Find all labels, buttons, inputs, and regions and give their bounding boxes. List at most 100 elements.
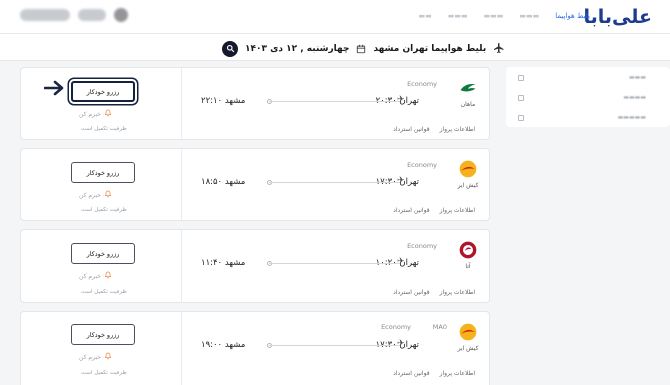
filter-item-1[interactable]: ▬▬▬ [629, 74, 646, 81]
arrival: مشهد ۱۹:۰۰ [201, 340, 245, 350]
notify-me-label: خبرم کن [79, 353, 101, 361]
flight-info-link[interactable]: اطلاعات پرواز [440, 126, 475, 133]
nav-link-4[interactable]: ▬▬▬ [448, 12, 468, 20]
bell-icon [104, 109, 112, 119]
route-airplane-icon: ✈ [397, 176, 405, 186]
calendar-icon [356, 39, 366, 58]
filter-checkbox-3[interactable] [518, 115, 524, 121]
route-line [269, 101, 399, 102]
card-divider [181, 230, 182, 302]
route-airplane-icon: ✈ [397, 95, 405, 105]
account-area[interactable] [20, 8, 128, 22]
filter-checkbox-2[interactable] [518, 95, 524, 101]
notify-me-label: خبرم کن [79, 272, 101, 280]
arrival-city: مشهد [224, 258, 246, 268]
flight-card[interactable]: رزرو خودکار خبرم کن ظرفیت تکمیل است آتا … [20, 229, 490, 303]
arrival: مشهد ۲۲:۱۰ [201, 96, 245, 106]
notify-me-link[interactable]: خبرم کن [79, 271, 112, 281]
airline-name: ماهان [460, 101, 476, 108]
refund-rules-link[interactable]: قوانین استرداد [393, 207, 429, 214]
arrival-city: مشهد [224, 177, 246, 187]
bell-icon [104, 190, 112, 200]
route-airplane-icon: ✈ [397, 257, 405, 267]
notify-me-label: خبرم کن [79, 110, 101, 118]
arrival-time: ۲۲:۱۰ [201, 96, 223, 106]
mahan-logo-icon [457, 77, 479, 99]
notify-me-label: خبرم کن [79, 191, 101, 199]
filter-item-3[interactable]: ▬▬▬▬▬ [618, 114, 646, 121]
arrival-city: مشهد [224, 96, 246, 106]
bell-icon [104, 352, 112, 362]
nav-link-3[interactable]: ▬▬▬ [484, 12, 504, 20]
capacity-status: ظرفیت تکمیل است [81, 370, 127, 376]
card-links: اطلاعات پرواز قوانین استرداد [393, 289, 475, 296]
route-airplane-icon: ✈ [397, 339, 405, 349]
flight-info-link[interactable]: اطلاعات پرواز [440, 289, 475, 296]
arrival-time: ۱۹:۰۰ [201, 340, 223, 350]
kish-air-logo-icon [457, 321, 479, 343]
top-navigation: علی‌بابا بلیط هواپیما ▬▬▬ ▬▬▬ ▬▬▬ ▬▬ [0, 0, 670, 34]
capacity-status: ظرفیت تکمیل است [81, 126, 127, 132]
auto-reserve-button[interactable]: رزرو خودکار [71, 324, 135, 345]
capacity-status: ظرفیت تکمیل است [81, 289, 127, 295]
notify-me-link[interactable]: خبرم کن [79, 190, 112, 200]
arrival: مشهد ۱۸:۵۰ [201, 177, 245, 187]
nav-link-flights[interactable]: بلیط هواپیما [555, 12, 590, 20]
route-line [269, 263, 399, 264]
search-summary[interactable]: بلیط هواپیما تهران مشهد چهارشنبه , ۱۲ دی… [222, 39, 505, 58]
route-line [269, 182, 399, 183]
cabin-class: Economy [381, 323, 411, 331]
refund-rules-link[interactable]: قوانین استرداد [393, 289, 429, 296]
capacity-status: ظرفیت تکمیل است [81, 207, 127, 213]
notify-me-link[interactable]: خبرم کن [79, 352, 112, 362]
arrival-city: مشهد [224, 340, 246, 350]
airline-name: کیش ایر [457, 182, 479, 189]
flight-card[interactable]: رزرو خودکار خبرم کن ظرفیت تکمیل است ماها… [20, 67, 490, 140]
arrow-right-icon [43, 80, 64, 100]
card-divider [181, 312, 182, 385]
search-icon[interactable] [222, 40, 238, 57]
ata-logo-icon [457, 239, 479, 261]
kish-air-logo-icon [457, 158, 479, 180]
cabin-class: Economy [407, 80, 437, 88]
arrival-time: ۱۸:۵۰ [201, 177, 223, 187]
nav-link-2[interactable]: ▬▬▬ [519, 12, 539, 20]
cabin-class: Economy [407, 161, 437, 169]
bell-icon [104, 271, 112, 281]
search-summary-bar: بلیط هواپیما تهران مشهد چهارشنبه , ۱۲ دی… [0, 34, 670, 61]
cabin-class: Economy [407, 242, 437, 250]
support-phone [20, 9, 70, 21]
filter-item-2[interactable]: ▬▬▬▬ [623, 94, 646, 101]
user-avatar[interactable] [114, 8, 128, 22]
airplane-icon [493, 39, 505, 58]
auto-reserve-button[interactable]: رزرو خودکار [71, 162, 135, 183]
nav-links: بلیط هواپیما ▬▬▬ ▬▬▬ ▬▬▬ ▬▬ [418, 12, 590, 20]
refund-rules-link[interactable]: قوانین استرداد [393, 370, 429, 377]
card-divider [181, 68, 182, 139]
flight-info-link[interactable]: اطلاعات پرواز [440, 207, 475, 214]
route-line [269, 345, 399, 346]
card-links: اطلاعات پرواز قوانین استرداد [393, 207, 475, 214]
alibaba-logo[interactable]: علی‌بابا [584, 6, 653, 28]
account-button[interactable] [78, 9, 106, 21]
aircraft-model: MA0 [432, 323, 447, 331]
search-route-title: بلیط هواپیما تهران مشهد [373, 43, 487, 54]
filter-panel: ▬▬▬ ▬▬▬▬ ▬▬▬▬▬ [506, 67, 670, 127]
flight-card[interactable]: رزرو خودکار خبرم کن ظرفیت تکمیل است کیش … [20, 148, 490, 221]
airline-name: آتا [465, 263, 471, 270]
flight-info-link[interactable]: اطلاعات پرواز [440, 370, 475, 377]
search-date: چهارشنبه , ۱۲ دی ۱۴۰۳ [245, 43, 350, 54]
auto-reserve-button[interactable]: رزرو خودکار [69, 79, 137, 104]
refund-rules-link[interactable]: قوانین استرداد [393, 126, 429, 133]
arrival: مشهد ۱۱:۴۰ [201, 258, 245, 268]
nav-link-5[interactable]: ▬▬ [418, 12, 431, 20]
arrival-time: ۱۱:۴۰ [201, 258, 223, 268]
card-links: اطلاعات پرواز قوانین استرداد [393, 370, 475, 377]
card-links: اطلاعات پرواز قوانین استرداد [393, 126, 475, 133]
notify-me-link[interactable]: خبرم کن [79, 109, 112, 119]
card-divider [181, 149, 182, 220]
airline-name: کیش ایر [457, 345, 479, 352]
auto-reserve-button[interactable]: رزرو خودکار [71, 243, 135, 264]
filter-checkbox-1[interactable] [518, 75, 524, 81]
flight-card[interactable]: رزرو خودکار خبرم کن ظرفیت تکمیل است کیش … [20, 311, 490, 385]
